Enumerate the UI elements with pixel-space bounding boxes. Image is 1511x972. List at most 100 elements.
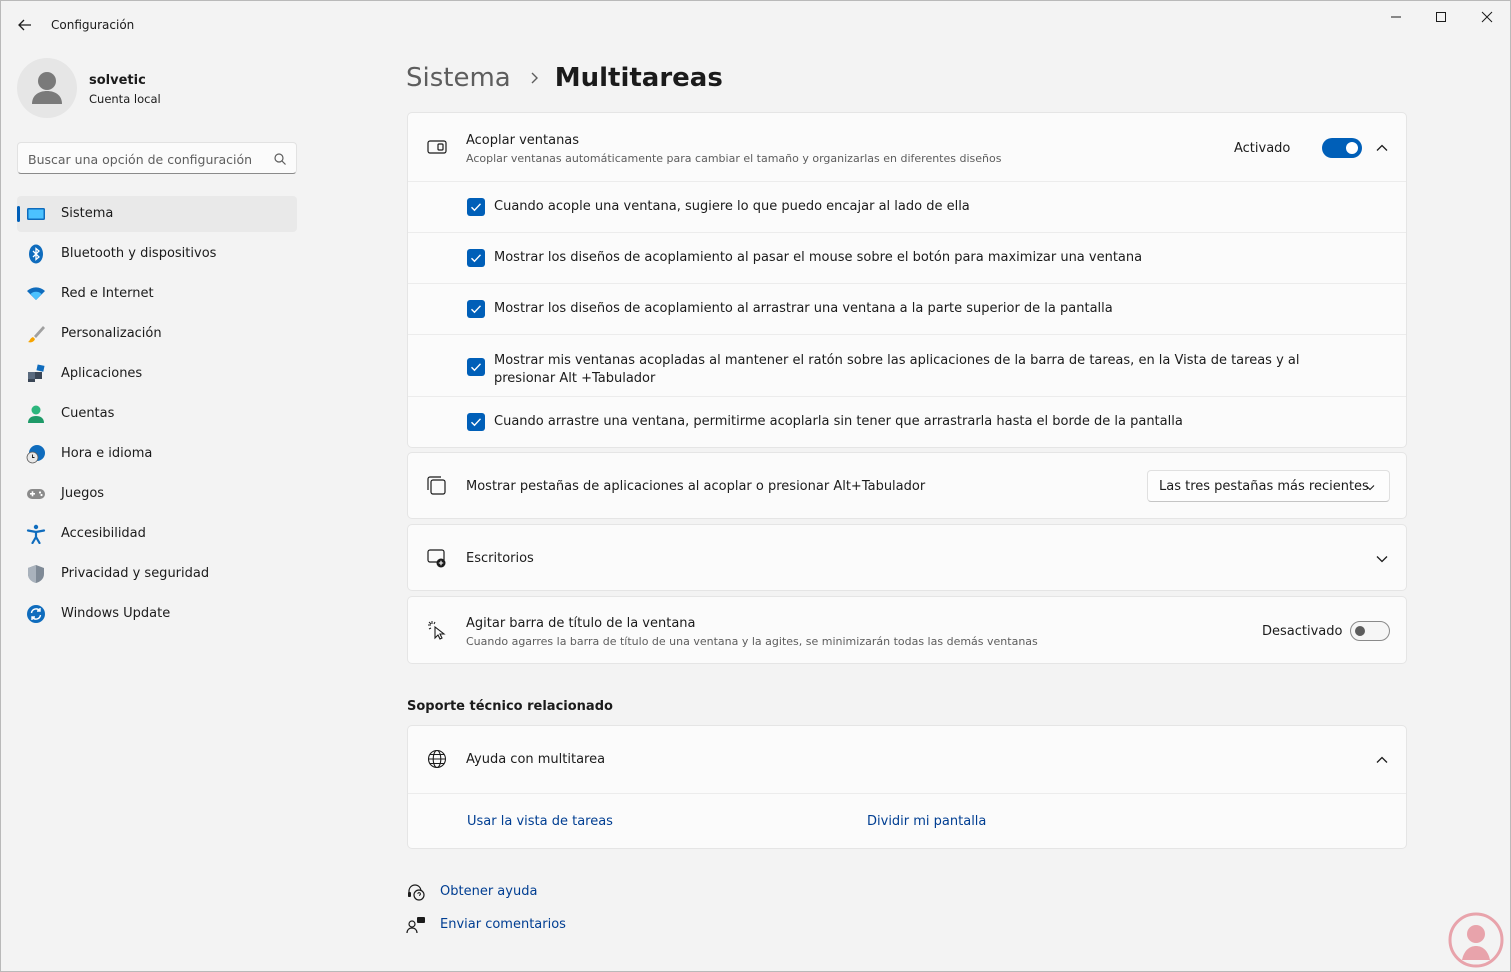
sidebar-item-privacidad[interactable]: Privacidad y seguridad (17, 556, 297, 592)
sidebar-item-label: Cuentas (61, 406, 115, 421)
profile-account-type: Cuenta local (89, 92, 161, 106)
close-icon (1481, 11, 1493, 23)
person-icon (28, 405, 44, 423)
sidebar-item-sistema[interactable]: Sistema (17, 196, 297, 232)
sidebar-item-label: Accesibilidad (61, 526, 146, 541)
maximize-icon (1436, 12, 1446, 22)
search-icon[interactable] (273, 152, 287, 166)
sidebar-item-label: Sistema (61, 206, 114, 221)
snap-option-label-3: Mostrar los diseños de acoplamiento al a… (494, 301, 1113, 316)
accessibility-icon (26, 524, 46, 544)
dropdown-value: Las tres pestañas más recientes (1159, 479, 1369, 494)
bluetooth-icon (29, 244, 43, 264)
feedback-icon (406, 917, 425, 934)
gamepad-icon (27, 489, 45, 499)
close-button[interactable] (1464, 2, 1510, 32)
wifi-icon (27, 287, 45, 300)
active-indicator (17, 206, 20, 222)
solvetic-logo-icon (1448, 912, 1504, 968)
shield-icon (28, 565, 44, 583)
search-input[interactable] (28, 149, 263, 169)
divider (408, 793, 1406, 794)
link-task-view[interactable]: Usar la vista de tareas (467, 814, 613, 829)
sidebar-item-label: Red e Internet (61, 286, 154, 301)
desktops-title: Escritorios (466, 551, 534, 566)
help-title[interactable]: Ayuda con multitarea (466, 752, 605, 767)
shake-card: Agitar barra de título de la ventana Cua… (407, 596, 1407, 664)
sidebar-item-red[interactable]: Red e Internet (17, 276, 297, 312)
sidebar-item-label: Personalización (61, 326, 162, 341)
sidebar-item-label: Privacidad y seguridad (61, 566, 210, 581)
snap-toggle[interactable] (1322, 138, 1362, 158)
sidebar-item-label: Juegos (61, 486, 105, 501)
snap-option-label-5: Cuando arrastre una ventana, permitirme … (494, 414, 1183, 429)
breadcrumb-parent[interactable]: Sistema (406, 63, 511, 93)
update-icon (27, 605, 45, 623)
snap-option-checkbox-3[interactable] (467, 300, 485, 318)
related-support-heading: Soporte técnico relacionado (407, 699, 613, 714)
shake-description: Cuando agarres la barra de título de una… (466, 635, 1038, 648)
sidebar-item-aplicaciones[interactable]: Aplicaciones (17, 356, 297, 392)
snap-option-checkbox-5[interactable] (467, 413, 485, 431)
sidebar-item-label: Hora e idioma (61, 446, 153, 461)
shake-toggle[interactable] (1350, 621, 1390, 641)
shake-state-label: Desactivado (1262, 624, 1343, 639)
toggle-knob (1346, 142, 1358, 154)
brush-icon (28, 326, 45, 343)
divider (408, 283, 1406, 284)
profile-name: solvetic (89, 73, 146, 88)
alt-tab-card: Mostrar pestañas de aplicaciones al acop… (407, 452, 1407, 519)
snap-option-checkbox-1[interactable] (467, 198, 485, 216)
sidebar-item-bluetooth[interactable]: Bluetooth y dispositivos (17, 236, 297, 272)
breadcrumb: Sistema Multitareas (406, 58, 723, 98)
snap-option-label-4: Mostrar mis ventanas acopladas al manten… (494, 353, 1300, 386)
back-button[interactable] (14, 14, 36, 36)
divider (408, 181, 1406, 182)
sidebar-item-windows-update[interactable]: Windows Update (17, 596, 297, 632)
snap-option-checkbox-2[interactable] (467, 249, 485, 267)
snap-option-label-2: Mostrar los diseños de acoplamiento al p… (494, 250, 1143, 265)
alt-tab-dropdown[interactable]: Las tres pestañas más recientes (1147, 470, 1390, 502)
cursor-shake-icon (428, 621, 446, 640)
sidebar-item-label: Bluetooth y dispositivos (61, 246, 217, 261)
sidebar-item-personalizacion[interactable]: Personalización (17, 316, 297, 352)
checkmark-icon (471, 363, 482, 372)
snap-option-label-1: Cuando acople una ventana, sugiere lo qu… (494, 199, 970, 214)
checkmark-icon (471, 418, 482, 427)
checkmark-icon (471, 203, 482, 212)
sidebar-item-juegos[interactable]: Juegos (17, 476, 297, 512)
sidebar-item-label: Windows Update (61, 606, 171, 621)
desktops-card[interactable]: Escritorios (407, 524, 1407, 591)
send-feedback-link[interactable]: Enviar comentarios (440, 917, 566, 932)
chevron-up-icon[interactable] (1375, 753, 1389, 767)
minimize-icon (1391, 16, 1401, 18)
checkmark-icon (471, 254, 482, 263)
chevron-down-icon[interactable] (1375, 552, 1389, 566)
desktop-add-icon (427, 549, 446, 568)
sidebar-item-accesibilidad[interactable]: Accesibilidad (17, 516, 297, 552)
avatar[interactable] (17, 58, 77, 118)
app-title: Configuración (51, 18, 135, 32)
app-tabs-icon (427, 476, 446, 495)
snap-windows-card: Acoplar ventanas Acoplar ventanas automá… (407, 112, 1407, 448)
monitor-icon (27, 208, 45, 220)
search-box[interactable] (17, 142, 297, 174)
page-title: Multitareas (554, 63, 723, 93)
get-help-link[interactable]: Obtener ayuda (440, 884, 537, 899)
link-split-screen[interactable]: Dividir mi pantalla (867, 814, 986, 829)
maximize-button[interactable] (1418, 2, 1464, 32)
sidebar-item-hora[interactable]: Hora e idioma (17, 436, 297, 472)
help-icon (408, 884, 425, 901)
snap-option-checkbox-4[interactable] (467, 358, 485, 376)
shake-title: Agitar barra de título de la ventana (466, 616, 696, 631)
user-avatar-icon (32, 72, 62, 104)
toggle-knob (1355, 626, 1365, 636)
sidebar-item-cuentas[interactable]: Cuentas (17, 396, 297, 432)
divider (408, 334, 1406, 335)
minimize-button[interactable] (1373, 2, 1419, 32)
help-card: Ayuda con multitarea Usar la vista de ta… (407, 725, 1407, 849)
arrow-left-icon (18, 19, 31, 31)
chevron-up-icon[interactable] (1375, 141, 1389, 155)
sidebar-item-label: Aplicaciones (61, 366, 143, 381)
title-bar: Configuración (0, 0, 1511, 48)
